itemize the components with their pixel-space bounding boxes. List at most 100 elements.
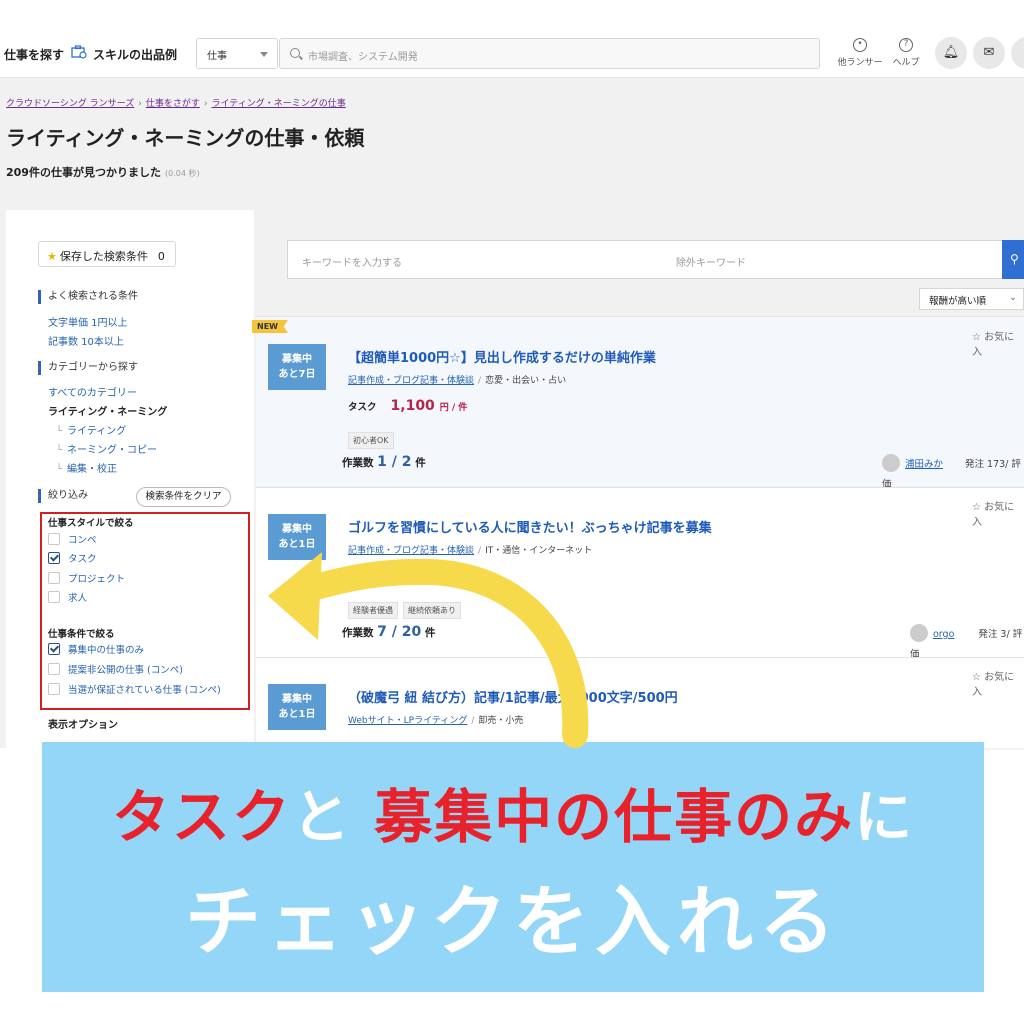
subcategory-link[interactable]: └ 編集・校正 — [56, 460, 117, 475]
frequent-link[interactable]: 記事数 10本以上 — [48, 333, 124, 348]
category-link[interactable]: Webサイト・LPライティング — [348, 716, 467, 726]
bell-icon: 🔔︎ — [942, 45, 960, 60]
banner-joiner: と — [291, 783, 375, 851]
favorite-button[interactable]: ☆ お気に入 — [972, 668, 1024, 698]
status-text: 募集中 — [282, 524, 312, 535]
work-label: 作業数 — [342, 457, 374, 469]
favorite-button[interactable]: ☆ お気に入 — [972, 498, 1024, 528]
notification-button[interactable]: 🔔︎ — [935, 37, 967, 69]
status-text: 募集中 — [282, 354, 312, 365]
other-lancers-button[interactable]: • 他ランサー — [836, 38, 884, 68]
avatar — [882, 454, 900, 472]
star-outline-icon: ☆ — [972, 672, 985, 683]
checkbox[interactable] — [48, 683, 60, 695]
option-label: コンペ — [68, 535, 97, 546]
other-lancers-label: 他ランサー — [837, 58, 883, 68]
checkbox[interactable] — [48, 591, 60, 603]
sort-select[interactable]: 報酬が高い順 ⌄ — [919, 288, 1024, 310]
checkbox[interactable] — [48, 663, 60, 675]
style-option-project[interactable]: プロジェクト — [48, 572, 125, 586]
chevron-down-icon — [260, 52, 268, 57]
category-heading: カテゴリーから探す — [38, 361, 138, 375]
breadcrumb: クラウドソーシング ランサーズ › 仕事をさがす › ライティング・ネーミングの仕事 — [6, 99, 346, 109]
style-option-recruit[interactable]: 求人 — [48, 591, 87, 605]
work-count: 作業数 7 / 20 件 — [342, 624, 436, 640]
tag-list: 経験者優遇 継続依頼あり — [348, 598, 466, 619]
saved-conditions-button[interactable]: ★ 保存した検索条件 0 — [38, 241, 176, 267]
all-categories-link[interactable]: すべてのカテゴリー — [48, 384, 137, 399]
work-unit: 件 — [415, 457, 426, 469]
subcategory-label: ネーミング・コピー — [67, 445, 158, 456]
work-unit: 件 — [424, 627, 436, 639]
style-option-compe[interactable]: コンペ — [48, 533, 97, 547]
breadcrumb-item[interactable]: クラウドソーシング ランサーズ — [6, 99, 134, 109]
subcategory: 恋愛・出会い・占い — [485, 376, 567, 386]
result-time: (0.04 秒) — [164, 169, 200, 178]
checkbox-checked[interactable] — [48, 552, 60, 564]
subcategory-link[interactable]: └ ネーミング・コピー — [56, 441, 157, 456]
job-title[interactable]: 【超簡単1000円☆】見出し作成するだけの単純作業 — [348, 347, 656, 366]
frequent-link[interactable]: 文字単価 1円以上 — [48, 314, 128, 329]
banner-line-2: チェックを入れる — [185, 877, 841, 966]
style-option-task[interactable]: タスク — [48, 552, 97, 566]
breadcrumb-item[interactable]: ライティング・ネーミングの仕事 — [211, 99, 345, 109]
job-title[interactable]: ゴルフを習慣にしている人に聞きたい！ぶっちゃけ記事を募集 — [348, 517, 712, 536]
exclude-keyword-input[interactable]: 除外キーワード — [662, 240, 1004, 279]
checkbox[interactable] — [48, 533, 60, 545]
work-total: 2 — [401, 454, 412, 470]
client-info: 浦田みか 発注 173/ 評価 — [882, 452, 1024, 491]
category-link[interactable]: 記事作成・ブログ記事・体験談 — [348, 546, 474, 556]
client-info: orgo 発注 3/ 評価 — [910, 622, 1024, 661]
job-tag: 経験者優遇 — [348, 602, 398, 619]
clear-conditions-button[interactable]: 検索条件をクリア — [136, 487, 231, 507]
job-tag: 継続依頼あり — [403, 602, 461, 619]
job-price: 1,100 — [390, 398, 435, 414]
favorite-button[interactable]: ☆ お気に入 — [972, 328, 1024, 358]
job-type: タスク — [348, 572, 377, 583]
new-badge: NEW — [252, 320, 288, 333]
header-search-input[interactable]: 市場調査、システム開発 — [279, 38, 820, 69]
message-button[interactable]: ✉ — [973, 37, 1005, 69]
keyword-input[interactable]: キーワードを入力する — [287, 240, 663, 279]
find-work-link[interactable]: 仕事を探す — [4, 46, 64, 63]
briefcase-icon — [71, 44, 87, 59]
search-button[interactable]: ⚲ — [1002, 240, 1024, 279]
result-count-text: 209件の仕事が見つかりました — [6, 166, 161, 179]
remaining-days: あと1日 — [278, 709, 316, 720]
subcategory: 卸売・小売 — [478, 716, 524, 726]
job-title[interactable]: （破魔弓 紐 結び方）記事/1記事/最大2000文字/500円 — [348, 687, 678, 706]
client-name[interactable]: orgo — [933, 629, 954, 640]
saved-conditions-label: 保存した検索条件 — [59, 250, 148, 263]
help-button[interactable]: ? ヘルプ — [886, 38, 926, 68]
category-link[interactable]: 記事作成・ブログ記事・体験談 — [348, 376, 474, 386]
search-icon — [290, 48, 300, 58]
checkbox[interactable] — [48, 572, 60, 584]
subcategory: IT・通信・インターネット — [485, 546, 593, 556]
skill-examples-link[interactable]: スキルの出品例 — [93, 46, 177, 63]
work-done: 1 — [377, 454, 387, 470]
current-category: ライティング・ネーミング — [48, 407, 168, 418]
envelope-icon: ✉ — [983, 45, 995, 60]
condition-option-open-only[interactable]: 募集中の仕事のみ — [48, 643, 144, 657]
style-group-label: 仕事スタイルで絞る — [48, 518, 134, 529]
option-label: 募集中の仕事のみ — [68, 645, 145, 656]
star-outline-icon: ☆ — [972, 332, 985, 343]
checkbox-checked[interactable] — [48, 643, 60, 655]
work-total: 20 — [401, 624, 422, 640]
remaining-days: あと1日 — [278, 539, 316, 550]
client-name[interactable]: 浦田みか — [905, 459, 943, 470]
breadcrumb-item[interactable]: 仕事をさがす — [146, 99, 200, 109]
status-badge: 募集中 あと7日 — [268, 344, 326, 390]
category-select[interactable]: 仕事 — [196, 38, 278, 69]
subcategory-label: 編集・校正 — [67, 464, 118, 475]
work-count: 作業数 1 / 2 件 — [342, 454, 426, 470]
status-badge: 募集中 あと1日 — [268, 684, 326, 730]
banner-highlight-task: タスク — [111, 783, 292, 851]
saved-count: 0 — [157, 250, 165, 263]
tag-list: 初心者OK — [348, 428, 399, 449]
condition-option-private[interactable]: 提案非公開の仕事 (コンペ) — [48, 663, 183, 677]
condition-option-guaranteed[interactable]: 当選が保証されている仕事 (コンペ) — [48, 683, 221, 697]
banner-suffix: に — [854, 783, 915, 851]
chevron-down-icon: ⌄ — [1009, 292, 1017, 303]
subcategory-link[interactable]: └ ライティング — [56, 422, 126, 437]
